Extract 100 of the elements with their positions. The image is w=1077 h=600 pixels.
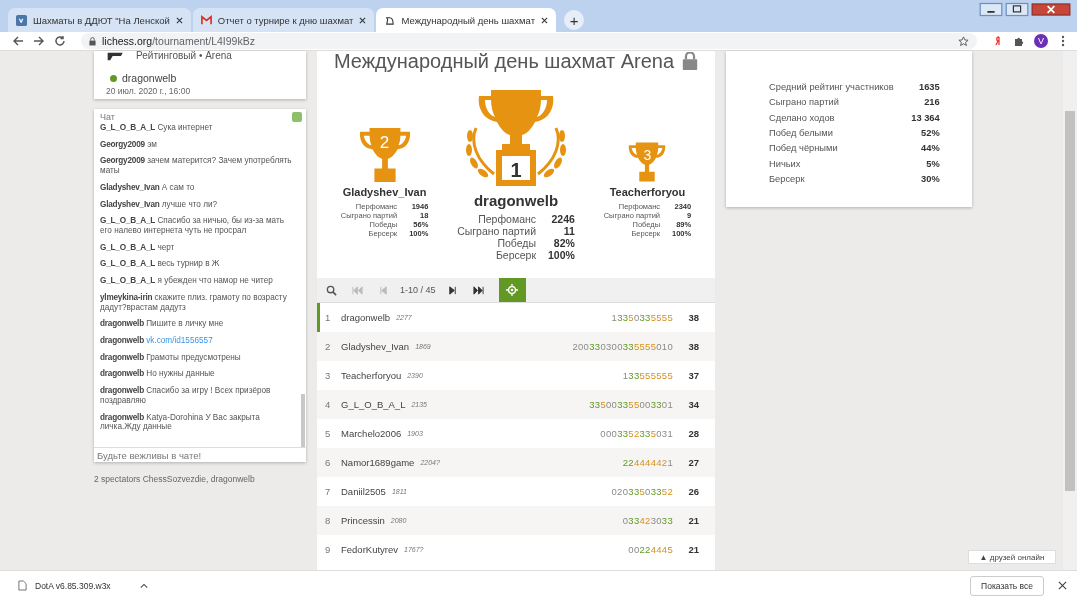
scrollbar[interactable] [301, 394, 305, 447]
player-name[interactable]: dragonwelb [341, 312, 391, 323]
browser-tab[interactable]: Шахматы в ДДЮТ "На Ленской [8, 8, 191, 32]
spectators-list: 2 spectators ChessSozvezdie, dragonwelb [94, 474, 306, 484]
stat-value: 2246 [550, 213, 575, 225]
next-page-icon[interactable] [446, 284, 458, 296]
tournament-type: Рейтинговый • Arena [136, 51, 232, 61]
lock-icon [89, 36, 96, 46]
close-icon[interactable] [1058, 581, 1067, 590]
summary-value: 44% [920, 143, 940, 154]
chat-message: Georgy2009 эм [100, 139, 158, 150]
rank-number: 3 [325, 370, 332, 381]
place-number: 2 [379, 133, 390, 153]
forward-icon[interactable] [33, 35, 45, 47]
score-sheet: 13350335555 [611, 312, 673, 323]
browser-tab[interactable]: Международный день шахмат [376, 8, 556, 32]
address-bar[interactable]: lichess.org/tournament/L4I99kBz [81, 33, 977, 49]
show-all-button[interactable]: Показать все [970, 575, 1044, 596]
summary-label: Сыграно партий [769, 97, 840, 108]
chat-message: G_L_O_B_A_L я убежден что намор не читер [100, 276, 274, 286]
close-icon[interactable] [175, 16, 183, 24]
player-name[interactable]: Teacherforyou [341, 370, 402, 381]
online-dot [110, 74, 117, 82]
chat-input[interactable]: Будьте вежливы в чате! [94, 447, 306, 462]
player-name[interactable]: Marchelo2006 [341, 428, 402, 439]
tournament-title: Международный день шахмат Arena [333, 51, 675, 71]
player-name[interactable]: G_L_O_B_A_L [341, 399, 406, 410]
last-page-icon[interactable] [472, 284, 484, 296]
rank-number: 1 [325, 312, 332, 323]
summary-value: 1635 [917, 82, 940, 93]
close-icon[interactable] [1031, 2, 1071, 17]
score-sheet: 200330300335555010 [572, 341, 673, 352]
profile-avatar[interactable]: V [1034, 34, 1048, 48]
focus-me-button[interactable] [498, 278, 526, 302]
player-name[interactable]: Gladyshev_Ivan [342, 186, 427, 198]
chat-message: ylmeykina-irin скажите плиз. грамоту по возрасту дадут?врастам дадутз [100, 292, 288, 313]
tournament-date: 20 июл. 2020 г., 16:00 [105, 86, 192, 96]
player-name[interactable]: Daniil2505 [341, 486, 386, 497]
place-number: 3 [643, 147, 652, 163]
caret-icon[interactable] [140, 582, 148, 589]
stat-value: 100% [548, 249, 575, 261]
rank-number: 9 [325, 544, 332, 555]
friends-online-button[interactable]: ▲ друзей онлайн [968, 550, 1056, 564]
close-icon[interactable] [541, 16, 548, 24]
rank-number: 4 [325, 399, 332, 410]
rank-number: 7 [325, 486, 332, 497]
new-tab-button[interactable]: + [564, 10, 584, 30]
total-score: 21 [687, 515, 699, 526]
chat-title: Чат [100, 112, 115, 122]
chat-message: dragonwelb Katya-Dorohina У Вас закрыта личка.Жду данные [100, 412, 261, 433]
summary-label: Средний рейтинг участников [769, 82, 894, 93]
star-icon[interactable] [958, 35, 969, 47]
total-score: 21 [687, 544, 699, 555]
stat-label: Победы [496, 237, 536, 249]
score-sheet: 02033503352 [611, 486, 673, 497]
chat-message: G_L_O_B_A_L Сука интернет [100, 123, 214, 133]
summary-label: Берсерк [769, 173, 806, 184]
download-item[interactable]: DotA v6.85.309.w3x [18, 580, 148, 591]
summary-label: Ничьих [769, 158, 802, 169]
total-score: 38 [687, 312, 699, 323]
player-name[interactable]: Teacherforyou [609, 186, 686, 198]
chat-message: dragonwelb Пишите в личку мне [100, 319, 225, 330]
player-name[interactable]: FedorKutyrev [341, 544, 399, 555]
rank-number: 2 [325, 341, 332, 352]
score-sheet: 033423033 [622, 515, 673, 526]
total-score: 38 [687, 341, 699, 352]
chat-message: G_L_O_B_A_L Спасибо за ничью, бы из-за мать его налево интернета чуть не просрал [100, 216, 285, 236]
player-name[interactable]: Gladyshev_Ivan [341, 341, 410, 352]
search-icon[interactable] [326, 284, 337, 296]
close-icon[interactable] [359, 16, 367, 24]
vk-icon [16, 14, 27, 26]
reload-icon[interactable] [54, 35, 66, 47]
file-icon [18, 580, 27, 591]
minimize-icon[interactable] [979, 2, 1003, 17]
stat-label: Сыграно партий [457, 225, 536, 237]
stat-value: 82% [552, 237, 575, 249]
total-score: 28 [687, 428, 699, 439]
chat-toggle[interactable] [292, 112, 302, 122]
maximize-icon[interactable] [1005, 2, 1029, 17]
summary-label: Побед белыми [769, 128, 834, 138]
total-score: 27 [687, 457, 699, 468]
creator-name[interactable]: dragonwelb [122, 72, 177, 84]
score-sheet: 224444421 [622, 457, 673, 468]
back-icon[interactable] [12, 35, 24, 47]
chat-message: dragonwelb vk.com/id1556557 [100, 335, 214, 346]
scrollbar[interactable] [1063, 51, 1077, 570]
target-icon [506, 284, 519, 296]
chat-message: dragonwelb Но нужны данные [100, 369, 216, 380]
score-sheet: 0003352335031 [600, 428, 673, 439]
place-number: 1 [510, 159, 522, 182]
player-name[interactable]: dragonwelb [473, 192, 559, 209]
puzzle-icon[interactable] [1013, 35, 1025, 47]
player-name[interactable]: Namor1689game [341, 457, 415, 468]
score-sheet: 133555555 [622, 370, 673, 381]
summary-value: 216 [923, 97, 940, 108]
summary-label: Сделано ходов [769, 112, 836, 123]
chat-message: dragonwelb Грамоты предусмотрены [100, 352, 242, 363]
summary-label: Побед чёрными [769, 143, 839, 154]
player-name[interactable]: Princessin [341, 515, 385, 526]
browser-tab[interactable]: Отчет о турнире к дню шахмат [192, 8, 375, 32]
